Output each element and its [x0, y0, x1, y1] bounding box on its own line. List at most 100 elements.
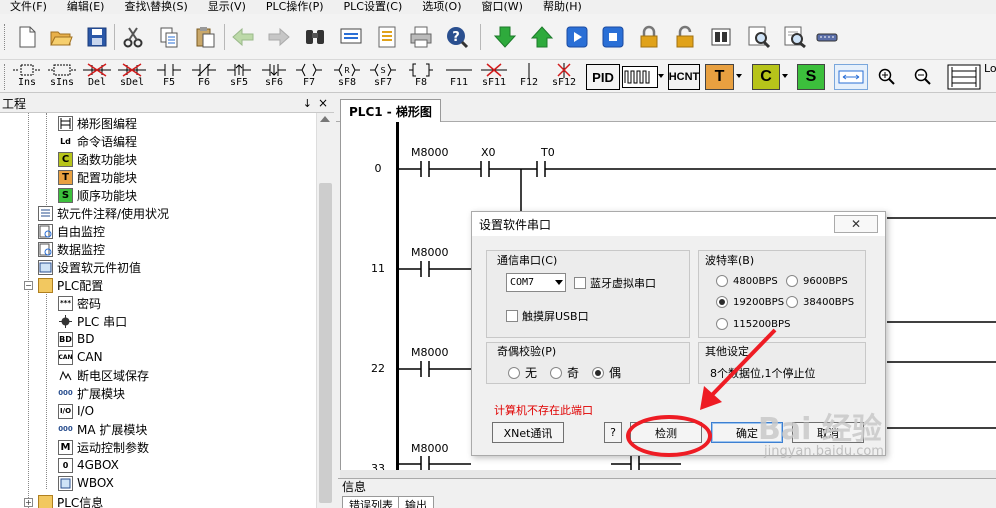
hcnt-button[interactable]: HCNT — [668, 64, 700, 90]
coil-button[interactable]: F7 — [292, 61, 326, 92]
tree-item-function-block[interactable]: C 函数功能块 — [58, 150, 137, 168]
zoom-out-button[interactable] — [910, 64, 936, 90]
scroll-thumb[interactable] — [319, 183, 332, 503]
step-button[interactable]: S — [797, 64, 825, 90]
usb-checkbox[interactable]: 触摸屏USB口 — [506, 308, 589, 324]
paste-icon[interactable] — [190, 22, 220, 52]
tree-item-bd[interactable]: BD BD — [58, 330, 94, 348]
help-icon[interactable]: ? — [442, 22, 472, 52]
tree-item-ma-module[interactable]: 000 MA 扩展模块 — [58, 420, 147, 438]
baud-19200-radio[interactable]: 19200BPS — [716, 296, 784, 308]
menu-plc-settings[interactable]: PLC设置(C) — [334, 1, 413, 13]
collapse-icon[interactable]: − — [24, 281, 33, 290]
forward-arrow-icon[interactable] — [264, 22, 294, 52]
tree-item-motion-control[interactable]: M 运动控制参数 — [58, 438, 149, 456]
comm-port-select[interactable]: COM7 — [506, 273, 566, 292]
menu-view[interactable]: 显示(V) — [198, 1, 256, 13]
baud-4800-radio[interactable]: 4800BPS — [716, 275, 778, 287]
tree-item-sequence-block[interactable]: S 顺序功能块 — [58, 186, 137, 204]
tree-item-password[interactable]: *** 密码 — [58, 294, 101, 312]
menu-edit[interactable]: 编辑(E) — [57, 1, 115, 13]
menu-file[interactable]: 文件(F) — [0, 1, 57, 13]
back-arrow-icon[interactable] — [228, 22, 258, 52]
tree-item-plc-info[interactable]: PLC信息 — [38, 493, 103, 508]
counter-button[interactable]: C — [752, 64, 780, 90]
lock-icon[interactable] — [634, 22, 664, 52]
upload-arrow-icon[interactable] — [527, 22, 557, 52]
toolbar-grip[interactable] — [4, 64, 7, 90]
unlock-icon[interactable] — [670, 22, 700, 52]
baud-9600-radio[interactable]: 9600BPS — [786, 275, 848, 287]
copy-icon[interactable] — [154, 22, 184, 52]
tab-output[interactable]: 输出 — [398, 496, 434, 508]
xnet-button[interactable]: XNet通讯 — [492, 422, 564, 443]
bluetooth-checkbox[interactable]: 蓝牙虚拟串口 — [574, 275, 656, 291]
contact-nc-button[interactable]: F6 — [187, 61, 221, 92]
delete-button[interactable]: Del — [80, 61, 114, 92]
hline-button[interactable]: F11 — [442, 61, 476, 92]
menu-find-replace[interactable]: 查找\替换(S) — [114, 1, 197, 13]
tree-item-ladder-program[interactable]: 梯形图编程 — [58, 114, 137, 132]
tree-item-plc-config[interactable]: PLC配置 — [38, 276, 103, 294]
help-button[interactable]: ? — [604, 422, 622, 443]
set-coil-button[interactable]: S sF7 — [366, 61, 400, 92]
tree-scrollbar[interactable] — [316, 113, 334, 508]
insert-button[interactable]: Ins — [10, 61, 44, 92]
zoom-in-button[interactable] — [874, 64, 900, 90]
dialog-close-button[interactable]: ✕ — [834, 215, 878, 233]
falling-edge-button[interactable]: sF6 — [257, 61, 291, 92]
tree-item-can[interactable]: CAN CAN — [58, 348, 103, 366]
pid-button[interactable]: PID — [586, 64, 620, 90]
tree-item-power-save[interactable]: 断电区域保存 — [58, 366, 149, 384]
tab-plc1-ladder[interactable]: PLC1 - 梯形图 — [340, 99, 441, 122]
vline-button[interactable]: F12 — [512, 61, 546, 92]
tree-item-plc-serial[interactable]: PLC 串口 — [58, 312, 127, 330]
pulse-dropdown-icon[interactable] — [658, 74, 664, 78]
new-file-icon[interactable] — [12, 22, 42, 52]
parity-none-radio[interactable]: 无 — [508, 364, 537, 381]
menu-plc-operation[interactable]: PLC操作(P) — [256, 1, 334, 13]
tree-item-config-block[interactable]: T 配置功能块 — [58, 168, 137, 186]
tree-item-comment[interactable]: 软元件注释/使用状况 — [38, 204, 169, 222]
tree-item-expansion-module[interactable]: 000 扩展模块 — [58, 384, 125, 402]
tree-item-data-monitor[interactable]: 数据监控 — [38, 240, 105, 258]
delete-vline-button[interactable]: sF12 — [547, 61, 581, 92]
document-icon[interactable] — [372, 22, 402, 52]
timer-dropdown-icon[interactable] — [736, 74, 742, 78]
stop-icon[interactable] — [598, 22, 628, 52]
shift-insert-button[interactable]: sIns — [45, 61, 79, 92]
tree-item-4gbox[interactable]: 0 4GBOX — [58, 456, 119, 474]
cut-icon[interactable] — [118, 22, 148, 52]
find-icon[interactable] — [300, 22, 330, 52]
menu-help[interactable]: 帮助(H) — [533, 1, 592, 13]
tab-error-list[interactable]: 错误列表 — [342, 496, 400, 508]
tree-item-command-program[interactable]: Ld 命令语编程 — [58, 132, 137, 150]
contact-no-button[interactable]: F5 — [152, 61, 186, 92]
monitor-icon[interactable] — [336, 22, 366, 52]
zoom-doc-icon[interactable] — [744, 22, 774, 52]
timer-button[interactable]: T — [705, 64, 734, 90]
download-arrow-icon[interactable] — [490, 22, 520, 52]
open-folder-icon[interactable] — [46, 22, 76, 52]
toolbar-grip[interactable] — [4, 24, 7, 50]
save-icon[interactable] — [82, 22, 112, 52]
close-icon[interactable]: × — [318, 96, 328, 110]
parity-odd-radio[interactable]: 奇 — [550, 364, 579, 381]
rising-edge-button[interactable]: sF5 — [222, 61, 256, 92]
port-icon[interactable] — [812, 22, 842, 52]
layout-toggle-button[interactable] — [834, 64, 868, 90]
shift-delete-button[interactable]: sDel — [115, 61, 149, 92]
parity-even-radio[interactable]: 偶 — [592, 364, 621, 381]
instruction-button[interactable]: F8 — [404, 61, 438, 92]
counter-dropdown-icon[interactable] — [782, 74, 788, 78]
expand-icon[interactable]: + — [24, 498, 33, 507]
tree-item-io[interactable]: I/O I/O — [58, 402, 94, 420]
tree-item-wbox[interactable]: WBOX — [58, 474, 114, 492]
reset-coil-button[interactable]: R sF8 — [330, 61, 364, 92]
baud-38400-radio[interactable]: 38400BPS — [786, 296, 854, 308]
delete-hline-button[interactable]: sF11 — [477, 61, 511, 92]
ladder-horizontal-scrollbar[interactable] — [340, 470, 996, 478]
scroll-up-icon[interactable] — [320, 116, 330, 122]
menu-window[interactable]: 窗口(W) — [472, 1, 533, 13]
print-icon[interactable] — [406, 22, 436, 52]
